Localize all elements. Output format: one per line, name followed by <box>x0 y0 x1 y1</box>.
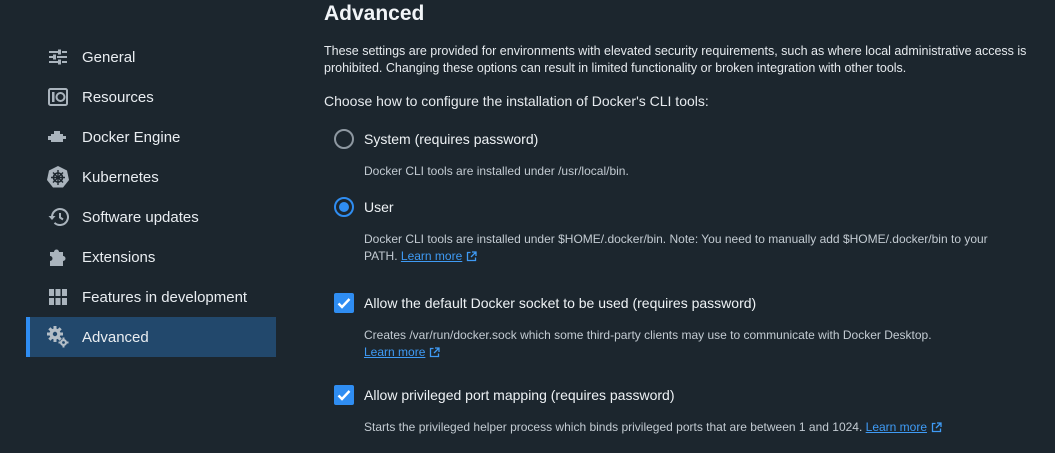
sidebar-item-resources[interactable]: Resources <box>26 77 276 117</box>
privileged-ports-label: Allow privileged port mapping (requires … <box>364 387 675 403</box>
ports-learn-more-link[interactable]: Learn more <box>866 420 927 434</box>
system-radio-option[interactable]: System (requires password) <box>334 129 538 149</box>
sidebar-item-extensions[interactable]: Extensions <box>26 237 276 277</box>
docker-socket-help-text: Creates /var/run/docker.sock which some … <box>364 328 932 359</box>
external-link-icon <box>430 346 441 357</box>
socket-learn-more-link[interactable]: Learn more <box>364 345 425 359</box>
sidebar-item-general[interactable]: General <box>26 37 276 77</box>
user-learn-more-link[interactable]: Learn more <box>401 249 462 263</box>
sidebar-item-label: General <box>82 48 136 66</box>
sidebar-item-advanced[interactable]: Advanced <box>26 317 276 357</box>
docker-socket-checkbox[interactable] <box>334 293 354 313</box>
user-radio-label: User <box>364 199 394 215</box>
engine-icon <box>46 125 70 149</box>
sidebar-item-label: Kubernetes <box>82 168 159 186</box>
cli-tools-question: Choose how to configure the installation… <box>324 93 709 109</box>
sidebar-item-features-in-development[interactable]: Features in development <box>26 277 276 317</box>
sidebar-item-docker-engine[interactable]: Docker Engine <box>26 117 276 157</box>
page-description: These settings are provided for environm… <box>324 44 1027 75</box>
grid-icon <box>46 285 70 309</box>
privileged-ports-option[interactable]: Allow privileged port mapping (requires … <box>334 385 674 405</box>
user-radio[interactable] <box>334 197 354 217</box>
sidebar-item-label: Advanced <box>82 328 149 346</box>
docker-socket-option[interactable]: Allow the default Docker socket to be us… <box>334 293 756 313</box>
system-help-text: Docker CLI tools are installed under /us… <box>364 164 629 178</box>
sidebar-item-label: Software updates <box>82 208 199 226</box>
sidebar-item-software-updates[interactable]: Software updates <box>26 197 276 237</box>
external-link-icon <box>467 250 477 261</box>
resources-icon <box>46 85 70 109</box>
sidebar-item-label: Extensions <box>82 248 156 266</box>
system-radio-label: System (requires password) <box>364 131 539 147</box>
external-link-icon <box>931 422 942 433</box>
puzzle-icon <box>46 245 70 269</box>
checkmark-icon <box>337 390 351 401</box>
sliders-icon <box>46 45 70 69</box>
settings-content: Advanced These settings are provided for… <box>324 0 1044 453</box>
checkmark-icon <box>337 298 351 309</box>
sidebar-item-kubernetes[interactable]: Kubernetes <box>26 157 276 197</box>
sidebar-item-label: Docker Engine <box>82 128 181 146</box>
sidebar-item-label: Resources <box>82 88 154 106</box>
kubernetes-icon <box>46 165 70 189</box>
system-radio[interactable] <box>334 129 354 149</box>
privileged-ports-help-text: Starts the privileged helper process whi… <box>364 419 1024 436</box>
settings-sidebar: General Resources Docker Engine Kubernet… <box>0 0 300 453</box>
user-help-text: Docker CLI tools are installed under $HO… <box>364 232 988 263</box>
page-title: Advanced <box>324 2 425 25</box>
gears-icon <box>46 325 70 349</box>
user-radio-option[interactable]: User <box>334 197 394 217</box>
docker-socket-label: Allow the default Docker socket to be us… <box>364 295 757 311</box>
history-icon <box>46 205 70 229</box>
sidebar-item-label: Features in development <box>82 288 248 306</box>
privileged-ports-checkbox[interactable] <box>334 385 354 405</box>
